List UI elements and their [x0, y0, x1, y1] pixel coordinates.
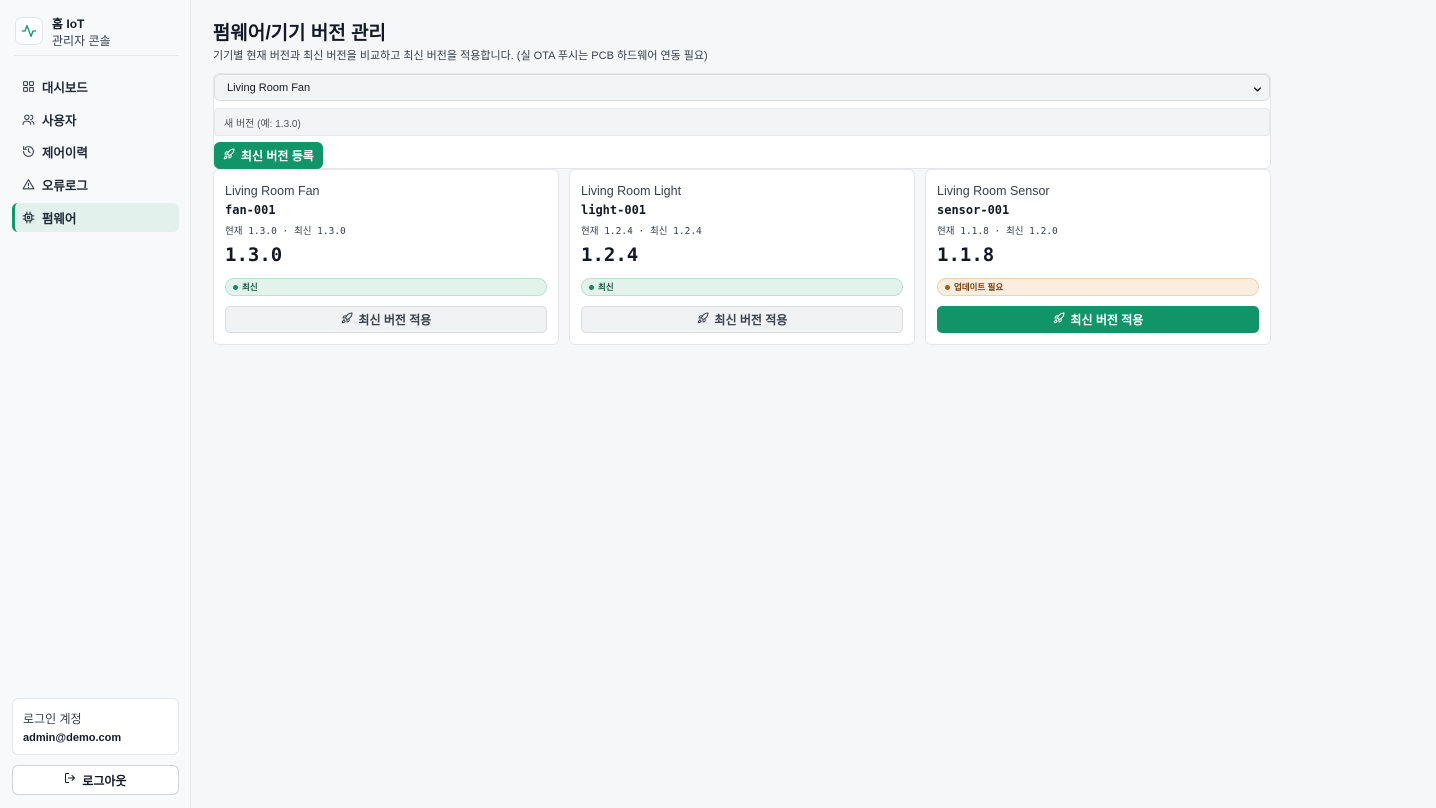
sidebar-item-label: 펌웨어: [42, 212, 77, 226]
device-select[interactable]: Living Room Fan: [214, 74, 1270, 101]
warning-icon: [22, 178, 35, 191]
apply-latest-label: 최신 버전 적용: [714, 313, 788, 327]
sidebar-item-history[interactable]: 제어이력: [12, 137, 179, 166]
device-id: light-001: [581, 203, 647, 217]
sidebar-item-firmware[interactable]: 펌웨어: [12, 203, 179, 232]
users-icon: [22, 113, 35, 126]
sidebar-item-label: 오류로그: [42, 179, 89, 193]
apply-latest-button[interactable]: 최신 버전 적용: [937, 306, 1259, 333]
status-dot: [589, 284, 594, 290]
version-input[interactable]: 새 버전 (예: 1.3.0): [214, 108, 1270, 136]
register-latest-button[interactable]: 최신 버전 등록: [214, 142, 323, 169]
sidebar-item-error-log[interactable]: 오류로그: [12, 170, 179, 199]
activity-icon: [15, 17, 43, 45]
status-badge: 업데이트 필요: [937, 278, 1259, 296]
brand: 홈 IoT 관리자 콘솔: [14, 14, 179, 56]
device-name: Living Room Fan: [225, 184, 320, 198]
version-compare: 현재 1.2.4 · 최신 1.2.4: [581, 226, 702, 237]
device-card: Living Room Sensor sensor-001 현재 1.1.8 ·…: [925, 169, 1271, 345]
rocket-icon: [341, 311, 353, 329]
status-badge: 최신: [225, 278, 547, 296]
grid-icon: [22, 80, 35, 93]
brand-title: 홈 IoT: [52, 17, 85, 31]
register-latest-label: 최신 버전 등록: [241, 149, 314, 163]
device-card: Living Room Fan fan-001 현재 1.3.0 · 최신 1.…: [213, 169, 559, 345]
apply-latest-label: 최신 버전 적용: [358, 313, 432, 327]
page-title: 펌웨어/기기 버전 관리: [213, 23, 387, 44]
status-dot: [233, 284, 238, 290]
brand-subtitle: 관리자 콘솔: [52, 34, 111, 48]
current-version: 1.2.4: [581, 244, 639, 266]
device-card: Living Room Light light-001 현재 1.2.4 · 최…: [569, 169, 915, 345]
logout-icon: [64, 771, 76, 789]
version-compare: 현재 1.1.8 · 최신 1.2.0: [937, 226, 1058, 237]
device-select-value: Living Room Fan: [227, 81, 311, 94]
sidebar-item-label: 대시보드: [42, 81, 89, 95]
sidebar-item-label: 사용자: [42, 114, 77, 128]
sidebar: 홈 IoT 관리자 콘솔 대시보드 사용자 제어이력 오류로그 펌웨어 로그인 …: [0, 0, 191, 808]
rocket-icon: [223, 147, 235, 165]
account-label: 로그인 계정: [23, 712, 82, 726]
current-version: 1.3.0: [225, 244, 283, 266]
history-icon: [22, 145, 35, 158]
sidebar-item-dashboard[interactable]: 대시보드: [12, 72, 179, 101]
sidebar-item-users[interactable]: 사용자: [12, 105, 179, 134]
status-dot: [945, 284, 950, 290]
device-id: sensor-001: [937, 203, 1010, 217]
register-panel: Living Room Fan 새 버전 (예: 1.3.0) 최신 버전 등록: [213, 73, 1271, 169]
current-version: 1.1.8: [937, 244, 995, 266]
apply-latest-label: 최신 버전 적용: [1070, 313, 1144, 327]
account-email: admin@demo.com: [23, 732, 122, 744]
version-input-placeholder: 새 버전 (예: 1.3.0): [224, 118, 301, 130]
apply-latest-button[interactable]: 최신 버전 적용: [581, 306, 903, 333]
chip-icon: [22, 211, 35, 224]
rocket-icon: [697, 311, 709, 329]
rocket-icon: [1053, 311, 1065, 329]
status-badge-label: 업데이트 필요: [954, 282, 1004, 292]
device-name: Living Room Light: [581, 184, 682, 198]
apply-latest-button[interactable]: 최신 버전 적용: [225, 306, 547, 333]
chevron-down-icon: [1252, 82, 1263, 100]
device-name: Living Room Sensor: [937, 184, 1050, 198]
logout-label: 로그아웃: [82, 773, 127, 788]
sidebar-item-label: 제어이력: [42, 146, 89, 160]
status-badge-label: 최신: [598, 282, 614, 292]
version-compare: 현재 1.3.0 · 최신 1.3.0: [225, 226, 346, 237]
status-badge: 최신: [581, 278, 903, 296]
page-description: 기기별 현재 버전과 최신 버전을 비교하고 최신 버전을 적용합니다. (실 …: [213, 50, 708, 62]
logout-button[interactable]: 로그아웃: [12, 765, 179, 795]
account-info: 로그인 계정 admin@demo.com: [12, 698, 179, 755]
status-badge-label: 최신: [242, 282, 258, 292]
device-id: fan-001: [225, 203, 276, 217]
